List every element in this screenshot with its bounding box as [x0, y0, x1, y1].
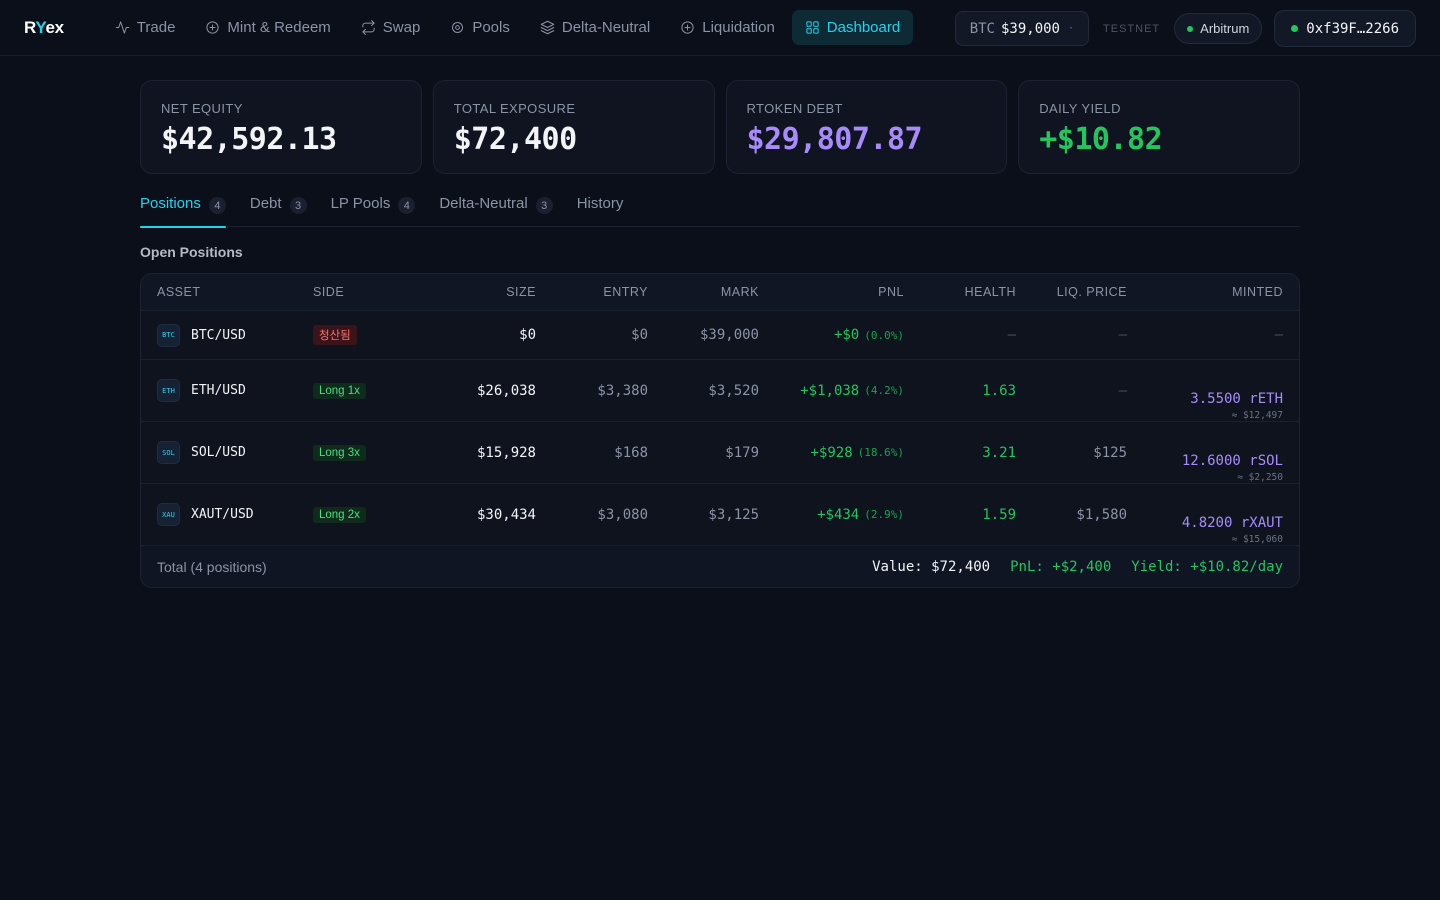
network-label: TESTNET [1103, 22, 1161, 35]
nav-item-mint-redeem[interactable]: Mint & Redeem [192, 10, 343, 45]
asset-name: XAUT/USD [191, 507, 254, 522]
status-dot: · [1068, 23, 1075, 34]
sol-token-icon: SOL [157, 441, 180, 464]
nav-item-pools[interactable]: Pools [437, 10, 523, 45]
tab-count-badge: 4 [398, 197, 416, 214]
nav-item-trade[interactable]: Trade [102, 10, 189, 45]
target-icon [452, 22, 464, 33]
stats-row: NET EQUITY $42,592.13 TOTAL EXPOSURE $72… [140, 80, 1300, 174]
side-badge: Long 1x [313, 382, 366, 399]
eth-token-icon: ETH [157, 379, 180, 402]
nav-item-liquidation[interactable]: Liquidation [667, 10, 788, 45]
connected-dot-icon [1187, 25, 1194, 32]
total-yield: Yield: +$10.82/day [1131, 558, 1283, 575]
grid-icon [806, 21, 819, 34]
tab-delta-neutral[interactable]: Delta-Neutral 3 [439, 194, 553, 227]
nav-item-dashboard[interactable]: Dashboard [791, 10, 914, 45]
nav-right: BTC $39,000 · TESTNET Arbitrum 0xf39F…22… [954, 10, 1416, 47]
total-summary: Value: $72,400 PnL: +$2,400 Yield: +$10.… [872, 546, 1283, 587]
stat-card-daily-yield: DAILY YIELD +$10.82 [1018, 80, 1300, 174]
asset-name: ETH/USD [191, 383, 246, 398]
nav-menu: Trade Mint & Redeem Swap Pools Delta-Neu… [102, 10, 914, 45]
tab-lp-pools[interactable]: LP Pools 4 [331, 194, 416, 227]
side-badge: Long 2x [313, 506, 366, 523]
stat-card-net-equity: NET EQUITY $42,592.13 [140, 80, 422, 174]
total-exposure-value: $72,400 [453, 122, 577, 157]
side-badge: Long 3x [313, 444, 366, 461]
tab-count-badge: 3 [289, 197, 307, 214]
rtoken-debt-value: $29,807.87 [746, 122, 923, 157]
table-row[interactable]: SOL SOL/USD Long 3x $15,928 $168 $179 +$… [141, 422, 1299, 484]
tab-history[interactable]: History [577, 194, 624, 227]
daily-yield-value: +$10.82 [1039, 122, 1163, 157]
wallet-button[interactable]: 0xf39F…2266 [1274, 10, 1416, 47]
side-badge: 청산됨 [313, 325, 357, 345]
section-title: Open Positions [140, 244, 243, 260]
logo[interactable]: RYex [24, 18, 64, 38]
total-label: Total (4 positions) [157, 558, 267, 575]
dashboard-tabs: Positions 4 Debt 3 LP Pools 4 Delta-Neut… [140, 194, 1300, 228]
tab-count-badge: 3 [535, 197, 553, 214]
top-nav: RYex Trade Mint & Redeem Swap Pools Delt… [0, 0, 1440, 56]
table-header: ASSET SIDE SIZE ENTRY MARK PNL HEALTH LI… [141, 274, 1299, 311]
dashboard-content: NET EQUITY $42,592.13 TOTAL EXPOSURE $72… [140, 80, 1300, 588]
asset-name: BTC/USD [191, 327, 246, 343]
btc-token-icon: BTC [157, 323, 180, 347]
activity-icon [115, 21, 130, 34]
positions-table: ASSET SIDE SIZE ENTRY MARK PNL HEALTH LI… [140, 273, 1300, 588]
btc-price-ticker[interactable]: BTC $39,000 · [954, 11, 1090, 46]
chain-selector[interactable]: Arbitrum [1174, 13, 1263, 44]
total-value: Value: $72,400 [872, 558, 991, 575]
stat-card-rtoken-debt: RTOKEN DEBT $29,807.87 [725, 80, 1008, 174]
layers-icon [540, 20, 555, 35]
nav-item-swap[interactable]: Swap [348, 10, 434, 45]
connected-dot-icon [1291, 25, 1299, 32]
plus-circle-icon [681, 21, 694, 34]
tab-count-badge: 4 [208, 197, 226, 214]
repeat-icon [362, 20, 375, 35]
table-row[interactable]: ETH ETH/USD Long 1x $26,038 $3,380 $3,52… [141, 360, 1299, 422]
table-total-row: Total (4 positions) Value: $72,400 PnL: … [141, 546, 1299, 587]
net-equity-value: $42,592.13 [161, 122, 337, 157]
tab-debt[interactable]: Debt 3 [250, 194, 307, 227]
asset-name: SOL/USD [191, 445, 246, 460]
stat-card-total-exposure: TOTAL EXPOSURE $72,400 [432, 80, 715, 174]
table-row[interactable]: XAU XAUT/USD Long 2x $30,434 $3,080 $3,1… [141, 484, 1299, 546]
plus-circle-icon [206, 21, 220, 34]
xau-token-icon: XAU [157, 503, 180, 526]
table-row[interactable]: BTC BTC/USD 청산됨 $0 $0 $39,000 +$0 (0.0%)… [141, 311, 1299, 360]
total-pnl: PnL: +$2,400 [1010, 558, 1112, 575]
tab-positions[interactable]: Positions 4 [140, 194, 226, 228]
nav-item-delta-neutral[interactable]: Delta-Neutral [527, 10, 663, 45]
